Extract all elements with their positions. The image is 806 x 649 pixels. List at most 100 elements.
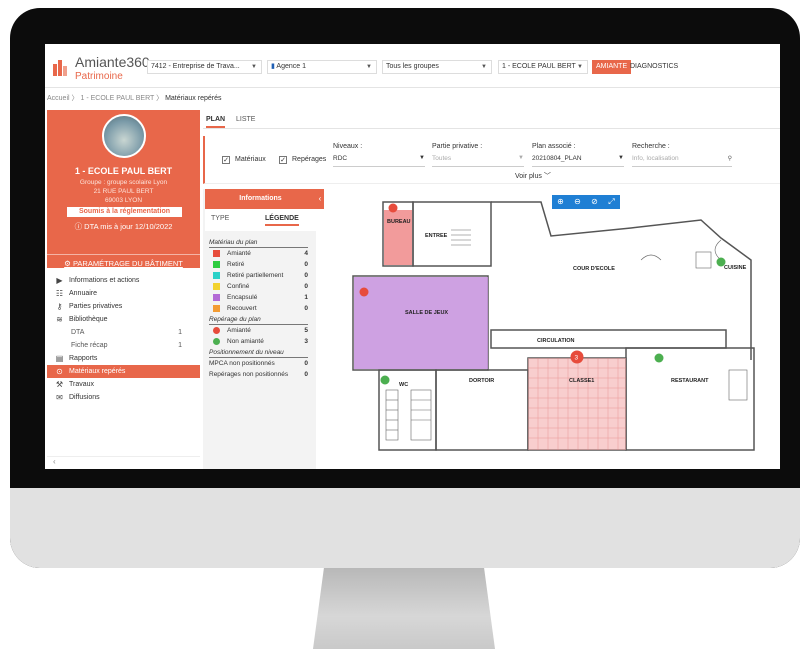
breadcrumb-separator: 〉 [156, 95, 164, 102]
sidebar-item-mat-riaux-rep-r-s[interactable]: ⊙ Matériaux repérés [47, 365, 200, 378]
sidebar-item-travaux[interactable]: ⚒ Travaux [47, 378, 200, 391]
info-panel-title: Informations [205, 189, 316, 209]
tab-plan[interactable]: PLAN [206, 114, 226, 128]
building-card: 1 - ECOLE PAUL BERT Groupe : groupe scol… [47, 110, 200, 268]
breadcrumb-school[interactable]: 1 - ECOLE PAUL BERT [80, 95, 154, 102]
room-label: SALLE DE JEUX [405, 310, 448, 316]
search-input[interactable]: Info, localisation ⚲ [632, 155, 732, 167]
sidebar-item-dta[interactable]: DTA 1 [47, 326, 200, 339]
marker-non-amiante[interactable] [654, 353, 664, 363]
app-subtitle: Patrimoine [75, 71, 123, 82]
building-city: 69003 LYON [104, 197, 143, 204]
filter-panel: ✓ Matériaux ✓ Repérages Niveaux : RDC ▼ P… [203, 136, 780, 184]
building-groupe: Groupe : groupe scolaire Lyon [79, 179, 168, 186]
chevron-down-icon: ▼ [518, 155, 524, 161]
plan-label: Plan associé : [532, 143, 576, 150]
view-tabs: PLAN LISTE [203, 114, 780, 129]
tab-type[interactable]: TYPE [211, 215, 229, 222]
sidebar-item-informations-et-actions[interactable]: ▶ Informations et actions [47, 274, 200, 287]
legend-swatch [213, 283, 220, 290]
room-label: CIRCULATION [537, 338, 575, 344]
ecole-select[interactable]: 1 - ECOLE PAUL BERT ▼ [498, 60, 588, 74]
chevron-down-icon: ▼ [251, 64, 257, 70]
sidebar-item-fiche-r-cap[interactable]: Fiche récap 1 [47, 339, 200, 352]
breadcrumb-current: Matériaux repérés [165, 95, 222, 102]
legend-row: Retiré 0 [205, 259, 316, 270]
legend-label: MPCA non positionnés [209, 360, 275, 367]
voir-plus-label: Voir plus [515, 173, 542, 180]
plan-select[interactable]: 20210804_PLAN ▼ [532, 155, 624, 167]
sidebar-item-biblioth-que[interactable]: ≋ Bibliothèque [47, 313, 200, 326]
sidebar-item-rapports[interactable]: ▤ Rapports [47, 352, 200, 365]
salle-jeux-zone[interactable] [354, 277, 488, 369]
chevron-down-icon: ▼ [481, 64, 487, 70]
sidebar-item-annuaire[interactable]: ☷ Annuaire [47, 287, 200, 300]
materiaux-checkbox[interactable]: ✓ [222, 156, 230, 164]
room-label: RESTAURANT [671, 378, 709, 384]
sidebar-item-parties-privatives[interactable]: ⚷ Parties privatives [47, 300, 200, 313]
legend: Matériau du plan Amianté 4 Retiré 0 Retiré pa… [205, 237, 316, 380]
tab-liste[interactable]: LISTE [236, 114, 255, 126]
legend-count: 5 [304, 327, 308, 334]
legend-swatch [213, 261, 220, 268]
info-circle-icon: ▶ [56, 276, 63, 285]
sidebar-item-count: 1 [178, 342, 182, 349]
marker-non-amiante[interactable] [716, 257, 726, 267]
room-label: COUR D'ECOLE [573, 266, 615, 272]
key-icon: ⚷ [56, 302, 63, 311]
collapse-sidebar-button[interactable]: ‹ [47, 456, 200, 469]
legend-label: Encapsulé [227, 294, 258, 301]
reperages-label: Repérages [292, 156, 327, 163]
fullscreen-icon[interactable]: ⤢ [603, 195, 620, 209]
diagnostics-button[interactable]: DIAGNOSTICS [626, 60, 682, 74]
breadcrumb-home[interactable]: Accueil [47, 95, 70, 102]
worker-icon: ⚒ [55, 380, 64, 389]
envelope-icon: ✉ [56, 393, 63, 402]
marker-amiante[interactable] [359, 287, 369, 297]
sidebar-item-label: DTA [71, 329, 85, 336]
legend-row: Encapsulé 1 [205, 292, 316, 303]
groupes-select[interactable]: Tous les groupes ▼ [382, 60, 492, 74]
legend-count: 0 [304, 305, 308, 312]
zoom-reset-icon[interactable]: ⊘ [586, 195, 603, 209]
building-photo [102, 114, 146, 158]
legend-count: 3 [304, 338, 308, 345]
tab-legende[interactable]: LÉGENDE [265, 215, 299, 226]
zoom-in-icon[interactable]: ⊕ [552, 195, 569, 209]
legend-row: Repérages non positionnés 0 [205, 369, 316, 380]
floor-plan[interactable]: BUREAU ENTREE COUR D'ECOLE CUISINE SALLE… [341, 190, 773, 455]
location-pin-icon: ⊙ [56, 367, 63, 376]
materiaux-label: Matériaux [235, 156, 266, 163]
plan-toolbar: ⊕ ⊖ ⊘ ⤢ [552, 195, 620, 209]
info-subtabs: TYPE LÉGENDE [205, 209, 316, 231]
search-icon: ⚲ [727, 156, 732, 162]
voir-plus-link[interactable]: Voir plus ﹀ [515, 171, 551, 181]
niveaux-label: Niveaux : [333, 143, 363, 150]
marker-non-amiante[interactable] [380, 375, 390, 385]
partie-select[interactable]: Toutes ▼ [432, 155, 524, 167]
legend-label: Retiré partiellement [227, 272, 284, 279]
parametrage-link[interactable]: ⚙ PARAMÉTRAGE DU BÂTIMENT [47, 254, 200, 268]
monitor-stand [313, 568, 495, 649]
sidebar-item-label: Diffusions [69, 394, 100, 401]
room-label: BUREAU [387, 219, 411, 225]
legend-label: Amianté [227, 327, 251, 334]
breadcrumb: Accueil 〉 1 - ECOLE PAUL BERT 〉 Matériau… [47, 93, 221, 103]
sidebar-item-label: Informations et actions [69, 277, 140, 284]
sidebar-item-label: Annuaire [69, 290, 98, 297]
legend-label: Non amianté [227, 338, 264, 345]
legend-count: 0 [304, 371, 308, 378]
reperages-checkbox[interactable]: ✓ [279, 156, 287, 164]
zoom-out-icon[interactable]: ⊖ [569, 195, 586, 209]
sidebar-item-label: Parties privatives [69, 303, 123, 310]
collapse-panel-button[interactable]: ‹ [316, 189, 324, 209]
top-bar: Amiante360 Patrimoine 7412 - Entreprise … [45, 44, 780, 88]
niveaux-select[interactable]: RDC ▼ [333, 155, 425, 167]
legend-row: Recouvert 0 [205, 303, 316, 314]
classe-zone[interactable] [528, 358, 626, 450]
sidebar-item-diffusions[interactable]: ✉ Diffusions [47, 391, 200, 404]
marker-amiante[interactable] [388, 203, 398, 213]
entreprise-select[interactable]: 7412 - Entreprise de Trava... ▼ [147, 60, 262, 74]
agence-select[interactable]: ▮ Agence 1 ▼ [267, 60, 377, 74]
legend-label: Repérages non positionnés [209, 371, 289, 378]
